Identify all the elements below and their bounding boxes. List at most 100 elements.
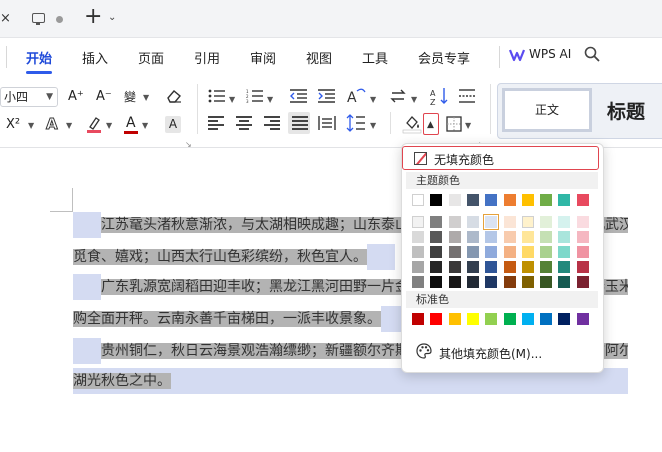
standard-color-swatch[interactable] xyxy=(430,313,442,325)
theme-shade-swatch[interactable] xyxy=(577,231,589,243)
align-center-icon[interactable] xyxy=(236,116,252,130)
paragraph-shading-icon[interactable] xyxy=(402,112,422,134)
theme-shade-swatch[interactable] xyxy=(467,231,479,243)
theme-shade-swatch[interactable] xyxy=(483,214,499,230)
font-dialog-launcher-icon[interactable]: ↘ xyxy=(185,137,192,153)
justify-icon[interactable] xyxy=(292,116,308,130)
theme-shade-swatch[interactable] xyxy=(504,261,516,273)
theme-shade-swatch[interactable] xyxy=(430,276,442,288)
tab-tools[interactable]: 工具 xyxy=(362,48,388,67)
chevron-down-icon[interactable]: ▼ xyxy=(465,118,471,134)
grow-font-button[interactable]: A⁺ xyxy=(68,89,84,105)
theme-color-swatch[interactable] xyxy=(485,194,497,206)
chevron-down-icon[interactable]: ▼ xyxy=(370,92,376,108)
highlight-icon[interactable] xyxy=(86,115,102,133)
theme-color-swatch[interactable] xyxy=(430,194,442,206)
font-color-button[interactable]: A xyxy=(126,115,136,131)
chevron-down-icon[interactable]: ▼ xyxy=(142,118,148,134)
show-marks-icon[interactable] xyxy=(458,88,476,104)
shrink-font-button[interactable]: A⁻ xyxy=(96,89,112,105)
superscript-button[interactable]: X² xyxy=(6,117,20,133)
font-size-select[interactable]: 小四 ▼ xyxy=(0,87,58,107)
borders-icon[interactable] xyxy=(446,116,462,132)
style-title[interactable]: 标题 xyxy=(607,97,645,124)
increase-indent-icon[interactable] xyxy=(318,89,336,103)
standard-color-swatch[interactable] xyxy=(558,313,570,325)
theme-shade-swatch[interactable] xyxy=(485,246,497,258)
theme-shade-swatch[interactable] xyxy=(449,246,461,258)
theme-shade-swatch[interactable] xyxy=(558,261,570,273)
chevron-down-icon[interactable]: ▼ xyxy=(106,118,112,134)
theme-shade-swatch[interactable] xyxy=(577,216,589,228)
wps-ai-logo-icon[interactable] xyxy=(509,47,525,63)
theme-color-swatch[interactable] xyxy=(577,194,589,206)
theme-shade-swatch[interactable] xyxy=(449,261,461,273)
theme-shade-swatch[interactable] xyxy=(522,246,534,258)
standard-color-swatch[interactable] xyxy=(522,313,534,325)
wps-ai-button[interactable]: WPS AI xyxy=(529,47,571,61)
theme-shade-swatch[interactable] xyxy=(467,246,479,258)
theme-shade-swatch[interactable] xyxy=(504,231,516,243)
chevron-down-icon[interactable]: ▼ xyxy=(370,118,376,134)
standard-color-swatch[interactable] xyxy=(467,313,479,325)
theme-shade-swatch[interactable] xyxy=(522,216,534,228)
tab-page[interactable]: 页面 xyxy=(138,48,164,67)
standard-color-swatch[interactable] xyxy=(449,313,461,325)
phonetic-guide-button[interactable]: 變 xyxy=(124,89,136,105)
theme-shade-swatch[interactable] xyxy=(485,261,497,273)
line-spacing-icon[interactable] xyxy=(346,114,366,132)
theme-shade-swatch[interactable] xyxy=(430,246,442,258)
theme-shade-swatch[interactable] xyxy=(485,276,497,288)
theme-shade-swatch[interactable] xyxy=(412,231,424,243)
chevron-down-icon[interactable]: ▼ xyxy=(143,90,149,106)
theme-shade-swatch[interactable] xyxy=(540,216,552,228)
change-case-icon[interactable]: A xyxy=(347,87,367,105)
theme-shade-swatch[interactable] xyxy=(467,261,479,273)
style-normal[interactable]: 正文 xyxy=(502,88,592,132)
theme-shade-swatch[interactable] xyxy=(449,276,461,288)
theme-shade-swatch[interactable] xyxy=(540,276,552,288)
theme-shade-swatch[interactable] xyxy=(430,261,442,273)
text-effect-button[interactable]: A xyxy=(46,116,59,133)
theme-shade-swatch[interactable] xyxy=(412,276,424,288)
numbered-list-icon[interactable]: 123 xyxy=(246,89,264,103)
theme-color-swatch[interactable] xyxy=(504,194,516,206)
theme-shade-swatch[interactable] xyxy=(577,276,589,288)
theme-shade-swatch[interactable] xyxy=(412,216,424,228)
align-right-icon[interactable] xyxy=(264,116,280,130)
theme-shade-swatch[interactable] xyxy=(558,246,570,258)
theme-shade-swatch[interactable] xyxy=(430,231,442,243)
tab-reference[interactable]: 引用 xyxy=(194,48,220,67)
theme-shade-swatch[interactable] xyxy=(485,231,497,243)
standard-color-swatch[interactable] xyxy=(577,313,589,325)
theme-shade-swatch[interactable] xyxy=(540,261,552,273)
theme-shade-swatch[interactable] xyxy=(558,276,570,288)
chevron-down-icon[interactable]: ▼ xyxy=(229,92,235,108)
theme-shade-swatch[interactable] xyxy=(449,216,461,228)
chevron-down-icon[interactable]: ▼ xyxy=(411,92,417,108)
no-fill-color-item[interactable] xyxy=(402,146,599,170)
theme-color-swatch[interactable] xyxy=(540,194,552,206)
theme-shade-swatch[interactable] xyxy=(449,231,461,243)
tab-home[interactable]: 开始 xyxy=(26,48,52,67)
theme-shade-swatch[interactable] xyxy=(430,216,442,228)
char-shading-button[interactable]: A xyxy=(165,116,181,133)
tab-view[interactable]: 视图 xyxy=(306,48,332,67)
theme-shade-swatch[interactable] xyxy=(540,246,552,258)
theme-shade-swatch[interactable] xyxy=(558,231,570,243)
theme-color-swatch[interactable] xyxy=(467,194,479,206)
theme-shade-swatch[interactable] xyxy=(540,231,552,243)
chevron-down-icon[interactable]: ▼ xyxy=(28,118,34,134)
window-icon[interactable] xyxy=(32,13,45,25)
standard-color-swatch[interactable] xyxy=(412,313,424,325)
theme-shade-swatch[interactable] xyxy=(504,246,516,258)
theme-shade-swatch[interactable] xyxy=(467,276,479,288)
chevron-down-icon[interactable]: ⌄ xyxy=(108,12,116,23)
eraser-icon[interactable] xyxy=(165,88,183,104)
theme-shade-swatch[interactable] xyxy=(504,216,516,228)
theme-color-swatch[interactable] xyxy=(558,194,570,206)
bullet-list-icon[interactable] xyxy=(208,89,226,103)
theme-shade-swatch[interactable] xyxy=(522,261,534,273)
theme-shade-swatch[interactable] xyxy=(558,216,570,228)
standard-color-swatch[interactable] xyxy=(540,313,552,325)
